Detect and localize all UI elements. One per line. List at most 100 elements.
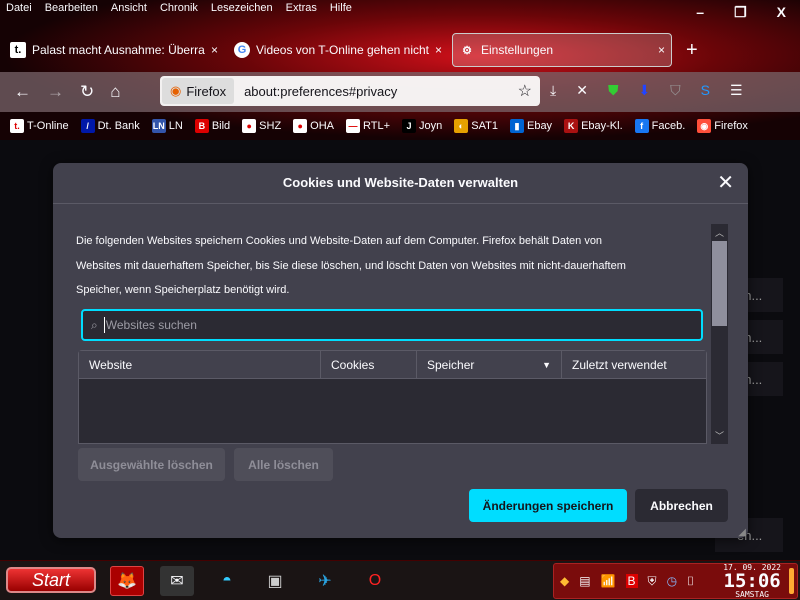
- bookmark-item[interactable]: ◉ Firefox: [697, 119, 748, 133]
- menu-hamburger-icon[interactable]: ☰: [730, 82, 743, 99]
- start-button[interactable]: Start: [6, 567, 96, 593]
- firefox-icon: ◉: [170, 83, 182, 98]
- minimize-button[interactable]: –: [696, 4, 704, 21]
- close-tab-icon[interactable]: ×: [658, 43, 665, 57]
- installer-taskbar-icon[interactable]: ▣: [258, 566, 292, 596]
- tab-google[interactable]: G Videos von T-Online gehen nicht auf ×: [228, 33, 448, 67]
- url-text[interactable]: about:preferences#privacy: [244, 84, 518, 99]
- tab-strip: t. Palast macht Ausnahme: Überraschung ×…: [4, 33, 698, 67]
- scroll-up-icon[interactable]: ︿: [711, 226, 728, 239]
- home-icon[interactable]: ⌂: [110, 82, 120, 102]
- close-window-button[interactable]: X: [777, 4, 786, 21]
- menu-hilfe[interactable]: Hilfe: [330, 2, 352, 14]
- resize-grip-icon[interactable]: ◢: [738, 527, 746, 538]
- wifi-icon[interactable]: 📶: [601, 574, 616, 588]
- download-manager-icon[interactable]: ⬇: [638, 82, 650, 99]
- clock[interactable]: 17. 09. 2022 15:06 SAMSTAG: [723, 564, 781, 599]
- save-changes-button[interactable]: Änderungen speichern: [469, 489, 627, 522]
- menu-chronik[interactable]: Chronik: [160, 2, 198, 14]
- bookmark-item[interactable]: ● OHA: [293, 119, 334, 133]
- extension-x-icon[interactable]: ✕: [576, 82, 588, 99]
- mail-taskbar-icon[interactable]: ✉: [160, 566, 194, 596]
- remove-all-button[interactable]: Alle löschen: [234, 448, 333, 481]
- ublock-icon[interactable]: ⛉: [670, 82, 681, 99]
- remove-selected-button[interactable]: Ausgewählte löschen: [78, 448, 225, 481]
- bookmark-item[interactable]: f Faceb.: [634, 119, 685, 133]
- bookmark-label: SHZ: [259, 120, 282, 132]
- reload-icon[interactable]: ↻: [80, 82, 94, 102]
- shield-extension-icon[interactable]: ⛊: [608, 82, 619, 99]
- bookmark-label: OHA: [310, 120, 335, 132]
- bookmark-label: T-Online: [27, 120, 69, 132]
- bookmark-favicon-icon: J: [402, 119, 417, 133]
- dialog-title: Cookies und Website-Daten verwalten: [282, 175, 519, 190]
- close-tab-icon[interactable]: ×: [435, 43, 442, 57]
- bookmark-label: SAT1: [471, 120, 498, 132]
- bookmark-label: Dt. Bank: [97, 120, 140, 132]
- bookmark-label: Bild: [211, 120, 231, 132]
- menu-datei[interactable]: Datei: [6, 2, 32, 14]
- description-scrollbar[interactable]: ︿ ﹀: [711, 224, 728, 444]
- tray-app-icon[interactable]: ▤: [579, 574, 590, 588]
- menu-extras[interactable]: Extras: [286, 2, 317, 14]
- restore-button[interactable]: ❐: [734, 4, 747, 21]
- telegram-taskbar-icon[interactable]: ✈: [308, 566, 342, 596]
- bookmark-item[interactable]: K Ebay-Kl.: [564, 119, 623, 133]
- identity-box[interactable]: ◉ Firefox: [162, 78, 235, 104]
- back-icon[interactable]: ←: [14, 82, 31, 102]
- forward-icon[interactable]: →: [47, 82, 64, 102]
- close-tab-icon[interactable]: ×: [211, 43, 218, 57]
- tonline-favicon-icon: t.: [10, 42, 26, 58]
- bookmark-star-icon[interactable]: ☆: [518, 81, 532, 101]
- menu-lesezeichen[interactable]: Lesezeichen: [211, 2, 273, 14]
- scroll-down-icon[interactable]: ﹀: [711, 429, 728, 442]
- bookmark-item[interactable]: B Bild: [194, 119, 231, 133]
- firefox-taskbar-icon[interactable]: 🦊: [110, 566, 144, 596]
- bookmark-item[interactable]: ▮ Ebay: [509, 119, 553, 133]
- bookmark-item[interactable]: / Dt. Bank: [80, 119, 140, 133]
- column-website[interactable]: Website: [79, 351, 321, 378]
- column-zuletzt-verwendet[interactable]: Zuletzt verwendet: [562, 351, 706, 378]
- download-icon[interactable]: ⤓: [550, 82, 556, 99]
- bookmark-favicon-icon: t.: [10, 119, 24, 133]
- bookmark-item[interactable]: — RTL+: [346, 119, 390, 133]
- url-bar[interactable]: ◉ Firefox about:preferences#privacy ☆: [160, 76, 540, 106]
- bookmark-item[interactable]: ◐ SAT1: [454, 119, 498, 133]
- website-search-input[interactable]: ⌕ Websites suchen: [81, 309, 703, 341]
- cancel-button[interactable]: Abbrechen: [635, 489, 728, 522]
- tray-expand-icon[interactable]: ◆: [560, 574, 569, 588]
- menu-bearbeiten[interactable]: Bearbeiten: [45, 2, 98, 14]
- bookmark-label: RTL+: [363, 120, 391, 132]
- clock-app-icon[interactable]: ◷: [667, 574, 677, 588]
- bookmark-favicon-icon: LN: [151, 119, 166, 133]
- column-cookies[interactable]: Cookies: [321, 351, 417, 378]
- clock-weekday: SAMSTAG: [735, 590, 769, 599]
- usb-icon[interactable]: ⌷: [687, 574, 694, 589]
- bookmark-label: Ebay: [526, 120, 553, 132]
- dialog-description: Die folgenden Websites speichern Cookies…: [76, 229, 696, 303]
- opera-taskbar-icon[interactable]: O: [358, 566, 392, 596]
- bookmark-item[interactable]: t. T-Online: [10, 119, 69, 133]
- bookmark-item[interactable]: ● SHZ: [242, 119, 281, 133]
- bookmark-favicon-icon: ●: [242, 119, 257, 133]
- cookies-dialog: Cookies und Website-Daten verwalten ✕ Die…: [53, 163, 748, 538]
- navigation-toolbar: ← → ↻ ⌂ ◉ Firefox about:preferences#priva…: [0, 72, 800, 112]
- bookmark-item[interactable]: J Joyn: [402, 119, 442, 133]
- column-speicher[interactable]: Speicher ▼: [417, 351, 562, 378]
- browser-chrome: Datei Bearbeiten Ansicht Chronik Lesezei…: [0, 0, 800, 140]
- close-dialog-button[interactable]: ✕: [717, 163, 734, 203]
- tab-einstellungen[interactable]: ⚙ Einstellungen ×: [452, 33, 672, 67]
- tab-tonline[interactable]: t. Palast macht Ausnahme: Überraschung ×: [4, 33, 224, 67]
- show-desktop-button[interactable]: [789, 568, 794, 594]
- new-tab-button[interactable]: +: [686, 33, 698, 67]
- sites-table: Website Cookies Speicher ▼ Zuletzt verwen…: [78, 350, 707, 444]
- bookmark-item[interactable]: LN LN: [151, 119, 183, 133]
- gear-icon: ⚙: [462, 44, 472, 57]
- description-line: Speicher, wenn Speicherplatz benötigt wi…: [76, 284, 290, 296]
- scrollbar-thumb[interactable]: [712, 241, 727, 326]
- menu-ansicht[interactable]: Ansicht: [111, 2, 147, 14]
- defender-icon[interactable]: ⛨: [648, 574, 657, 589]
- antivirus-icon[interactable]: B: [625, 574, 638, 588]
- edge-taskbar-icon[interactable]: ◓: [210, 566, 244, 596]
- s-extension-icon[interactable]: S: [701, 82, 710, 99]
